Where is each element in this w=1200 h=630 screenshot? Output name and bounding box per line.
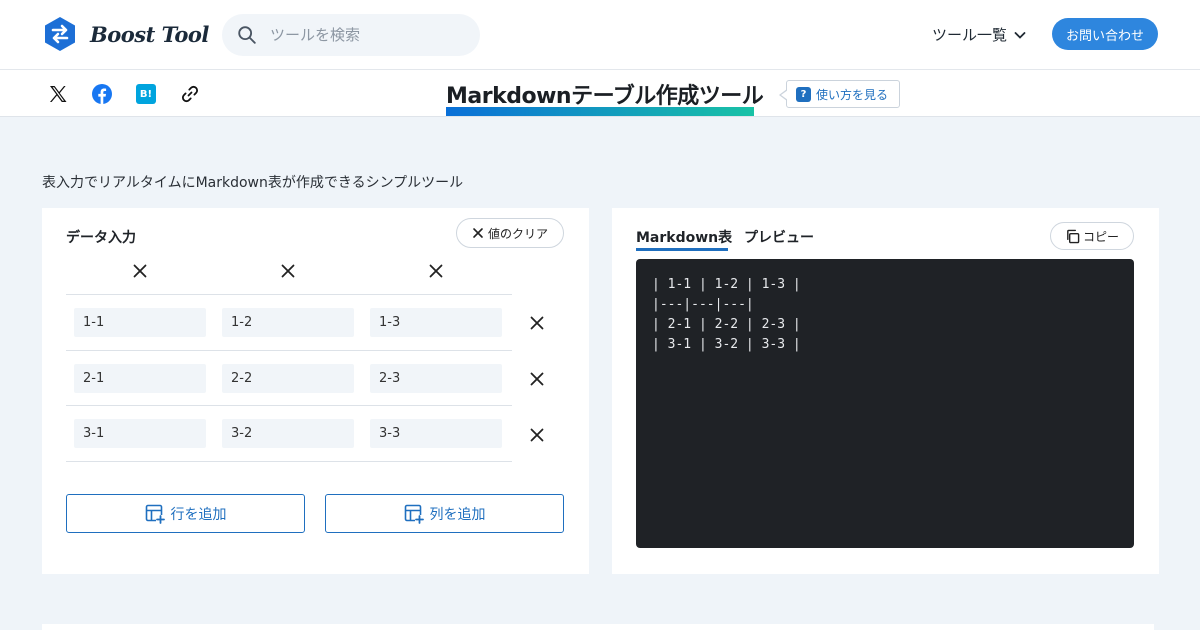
logo-text: Boost Tool (90, 21, 209, 47)
active-tab-indicator (636, 248, 728, 251)
table-add-icon (145, 504, 165, 524)
code-line: | 1-1 | 1-2 | 1-3 | (652, 277, 801, 292)
data-input-card: データ入力 値のクリア 行を追加 (42, 208, 589, 574)
cell-input[interactable] (370, 364, 502, 393)
output-card: Markdown表 プレビュー コピー | 1-1 | 1-2 | 1-3 | … (612, 208, 1159, 574)
cell-input[interactable] (74, 364, 206, 393)
row-divider (66, 350, 512, 351)
cell-input[interactable] (74, 419, 206, 448)
share-x-button[interactable] (46, 82, 70, 106)
cell-input[interactable] (370, 419, 502, 448)
howto-button[interactable]: ? 使い方を見る (779, 80, 900, 108)
delete-row-2-button[interactable] (527, 369, 547, 389)
copy-button[interactable]: コピー (1050, 222, 1134, 250)
close-icon (133, 264, 147, 278)
cell-input[interactable] (222, 364, 354, 393)
code-line: | 2-1 | 2-2 | 2-3 | (652, 317, 801, 332)
close-icon (530, 316, 544, 330)
tab-preview[interactable]: プレビュー (744, 227, 814, 247)
data-input-heading: データ入力 (66, 230, 136, 246)
title-underline (446, 107, 754, 116)
page-description: 表入力でリアルタイムにMarkdown表が作成できるシンプルツール (42, 175, 464, 191)
tools-menu-label: ツール一覧 (932, 26, 1008, 44)
row-divider (66, 461, 512, 462)
add-row-label: 行を追加 (170, 506, 227, 523)
add-row-button[interactable]: 行を追加 (66, 494, 305, 533)
copy-link-button[interactable] (178, 82, 202, 106)
hatena-label: B! (139, 88, 153, 100)
next-section-card (42, 624, 1154, 630)
code-line: |---|---|---| (652, 297, 754, 312)
add-column-label: 列を追加 (429, 506, 486, 523)
cell-input[interactable] (74, 308, 206, 337)
close-icon (281, 264, 295, 278)
logo-icon (45, 17, 75, 51)
delete-column-3-button[interactable] (426, 261, 446, 281)
search-box[interactable] (222, 14, 480, 56)
row-divider (66, 294, 512, 295)
close-icon (530, 372, 544, 386)
howto-label: 使い方を見る (816, 87, 889, 102)
close-icon (429, 264, 443, 278)
close-icon (473, 228, 483, 238)
markdown-output[interactable]: | 1-1 | 1-2 | 1-3 | |---|---|---| | 2-1 … (636, 259, 1134, 548)
question-icon: ? (796, 86, 811, 102)
add-column-button[interactable]: 列を追加 (325, 494, 564, 533)
logo[interactable]: Boost Tool (42, 16, 209, 52)
share-facebook-button[interactable] (90, 82, 114, 106)
cell-input[interactable] (370, 308, 502, 337)
delete-row-3-button[interactable] (527, 425, 547, 445)
row-divider (66, 405, 512, 406)
clear-values-label: 値のクリア (487, 226, 548, 241)
search-input[interactable] (270, 26, 460, 44)
close-icon (530, 428, 544, 442)
cell-input[interactable] (222, 308, 354, 337)
code-line: | 3-1 | 3-2 | 3-3 | (652, 337, 801, 352)
delete-column-1-button[interactable] (130, 261, 150, 281)
contact-button[interactable]: お問い合わせ (1052, 18, 1158, 50)
x-icon (50, 86, 67, 102)
search-icon (238, 26, 256, 44)
delete-row-1-button[interactable] (527, 313, 547, 333)
tab-markdown[interactable]: Markdown表 (636, 227, 732, 247)
hatena-bookmark-icon: B! (136, 84, 156, 104)
copy-label: コピー (1082, 229, 1119, 244)
copy-icon (1067, 229, 1080, 243)
site-header: Boost Tool ツール一覧 お問い合わせ (0, 0, 1200, 70)
clear-values-button[interactable]: 値のクリア (456, 218, 564, 248)
cell-input[interactable] (222, 419, 354, 448)
tools-menu[interactable]: ツール一覧 (932, 24, 1027, 45)
share-hatena-button[interactable]: B! (134, 82, 158, 106)
table-add-icon (404, 504, 424, 524)
link-icon (181, 85, 199, 103)
page-title: Markdownテーブル作成ツール (446, 84, 764, 109)
facebook-icon (92, 84, 112, 104)
delete-column-2-button[interactable] (278, 261, 298, 281)
chevron-down-icon (1014, 31, 1026, 39)
